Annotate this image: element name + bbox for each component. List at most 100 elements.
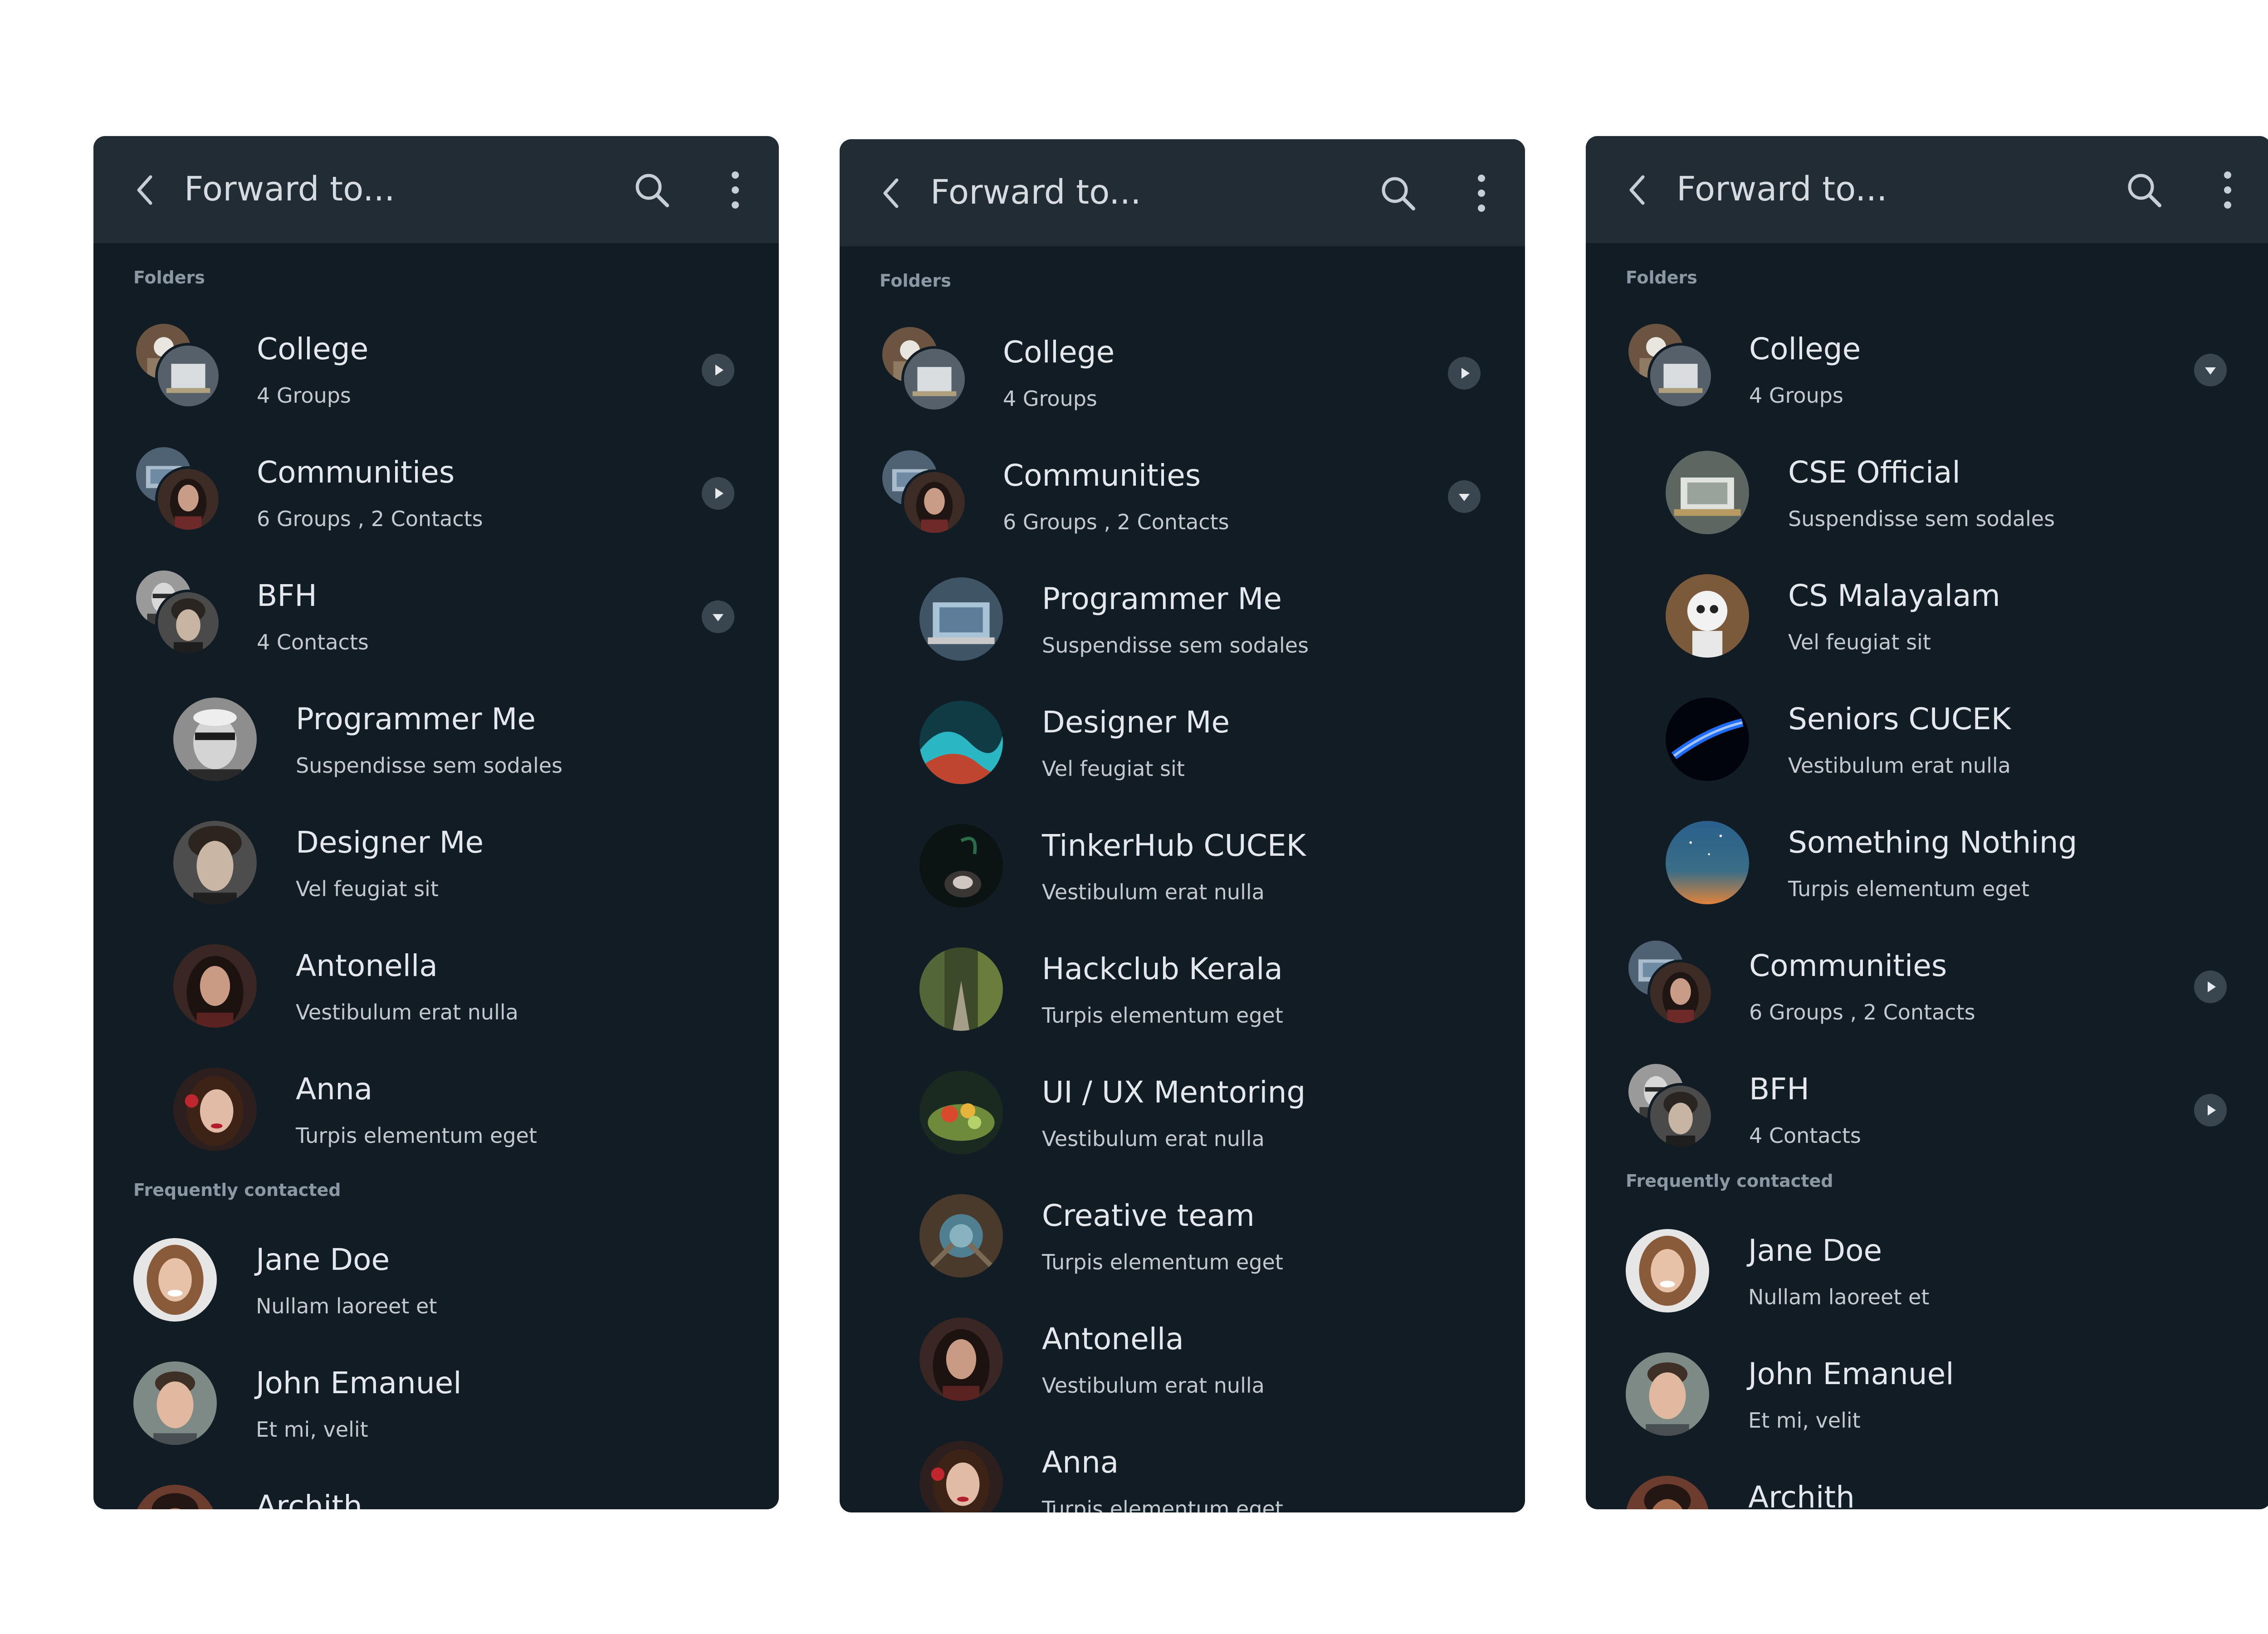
folder-name: Communities [1003,458,1201,493]
page-title: Forward to... [930,173,1141,212]
contact-name: Programmer Me [296,702,536,737]
contact-row[interactable]: Programmer Me Suspendisse sem sodales [93,678,779,801]
contact-row[interactable]: John Emanuel Et mi, velit [93,1341,779,1465]
group-subtitle: Turpis elementum eget [1042,1003,1283,1028]
folder-bfh[interactable]: BFH 4 Contacts [93,554,779,678]
group-row[interactable]: Creative team Turpis elementum eget [840,1174,1525,1297]
group-name: CS Malayalam [1788,578,2000,613]
contact-row[interactable]: John Emanuel Et mi, velit [1586,1332,2268,1456]
group-name: UI / UX Mentoring [1042,1075,1306,1110]
folder-name: College [1749,332,1861,366]
contact-row[interactable]: Archith [93,1465,779,1509]
forward-panel-3: Forward to... Folders College 4 Groups C… [1586,136,2268,1509]
contact-row[interactable]: Antonella Vestibulum erat nulla [840,1297,1525,1421]
group-row[interactable]: CS Malayalam Vel feugiat sit [1586,554,2268,678]
contact-row[interactable]: Jane Doe Nullam laoreet et [1586,1209,2268,1332]
expand-arrow-icon[interactable] [702,477,734,510]
contact-row[interactable]: Antonella Vestibulum erat nulla [93,924,779,1048]
folder-name: College [257,332,369,366]
search-icon[interactable] [633,171,670,209]
expand-arrow-icon[interactable] [2194,971,2227,1003]
group-name: Hackclub Kerala [1042,951,1283,986]
folder-college[interactable]: College 4 Groups [93,307,779,431]
avatar [1666,451,1749,534]
page-title: Forward to... [1677,170,1887,209]
more-options-icon[interactable] [2221,171,2234,210]
contact-name: Anna [296,1072,373,1107]
back-icon[interactable] [880,176,903,210]
folder-college[interactable]: College 4 Groups [1586,307,2268,431]
forward-panel-2: Forward to... Folders College 4 Groups C… [840,139,1525,1512]
folder-avatar [880,448,970,538]
folder-name: Communities [257,455,455,490]
page-title: Forward to... [184,170,395,209]
more-options-icon[interactable] [1475,174,1488,213]
avatar [919,824,1003,907]
group-row[interactable]: Designer Me Vel feugiat sit [840,681,1525,804]
collapse-arrow-icon[interactable] [702,600,734,633]
expand-arrow-icon[interactable] [702,354,734,386]
group-row[interactable]: CSE Official Suspendisse sem sodales [1586,431,2268,554]
folder-name: BFH [1749,1072,1809,1107]
group-row[interactable]: Hackclub Kerala Turpis elementum eget [840,927,1525,1051]
folder-communities[interactable]: Communities 6 Groups , 2 Contacts [840,434,1525,557]
avatar [919,1071,1003,1154]
app-bar: Forward to... [93,136,779,243]
avatar [173,944,257,1028]
search-icon[interactable] [1379,175,1417,212]
section-header-frequent: Frequently contacted [1626,1171,1833,1191]
folder-name: College [1003,335,1115,370]
folder-college[interactable]: College 4 Groups [840,311,1525,434]
avatar [1626,1352,1709,1436]
collapse-arrow-icon[interactable] [2194,354,2227,386]
contact-subtitle: Et mi, velit [256,1417,368,1442]
folder-avatar [133,568,224,658]
contact-row[interactable]: Archith [1586,1456,2268,1509]
avatar [919,701,1003,784]
contact-row[interactable]: Designer Me Vel feugiat sit [93,801,779,924]
contact-row[interactable]: Jane Doe Nullam laoreet et [93,1218,779,1341]
group-row[interactable]: Something Nothing Turpis elementum eget [1586,801,2268,924]
group-subtitle: Vestibulum erat nulla [1042,880,1265,904]
folder-avatar [1626,1061,1716,1152]
group-row[interactable]: UI / UX Mentoring Vestibulum erat nulla [840,1051,1525,1174]
folder-subtitle: 6 Groups , 2 Contacts [1749,1000,1975,1024]
contact-row[interactable]: Anna Turpis elementum eget [840,1421,1525,1512]
folder-communities[interactable]: Communities 6 Groups , 2 Contacts [1586,924,2268,1048]
avatar [1626,1476,1709,1509]
group-subtitle: Suspendisse sem sodales [1788,507,2055,531]
avatar [1666,697,1749,781]
folder-avatar [880,324,970,415]
section-header-folders: Folders [880,271,951,291]
group-row[interactable]: TinkerHub CUCEK Vestibulum erat nulla [840,804,1525,927]
expand-arrow-icon[interactable] [1448,357,1481,390]
group-row[interactable]: Seniors CUCEK Vestibulum erat nulla [1586,678,2268,801]
forward-panel-1: Forward to... Folders College 4 Groups C… [93,136,779,1509]
contact-name: Jane Doe [1748,1233,1882,1268]
more-options-icon[interactable] [728,171,742,210]
avatar [133,1485,217,1509]
contact-name: Designer Me [296,825,484,860]
folder-subtitle: 4 Groups [257,383,351,408]
back-icon[interactable] [134,173,157,207]
contact-subtitle: Nullam laoreet et [256,1294,437,1318]
collapse-arrow-icon[interactable] [1448,480,1481,513]
group-name: CSE Official [1788,455,1960,490]
group-subtitle: Turpis elementum eget [1042,1250,1283,1274]
folder-name: Communities [1749,948,1947,983]
folder-communities[interactable]: Communities 6 Groups , 2 Contacts [93,431,779,554]
group-name: Creative team [1042,1198,1255,1233]
group-row[interactable]: Programmer Me Suspendisse sem sodales [840,557,1525,681]
group-subtitle: Vestibulum erat nulla [1788,753,2011,778]
folder-avatar [1626,938,1716,1029]
folder-subtitle: 6 Groups , 2 Contacts [1003,510,1229,534]
folder-bfh[interactable]: BFH 4 Contacts [1586,1048,2268,1171]
group-subtitle: Vestibulum erat nulla [1042,1127,1265,1151]
contact-row[interactable]: Anna Turpis elementum eget [93,1048,779,1171]
avatar [133,1238,217,1322]
group-subtitle: Turpis elementum eget [1788,877,2029,901]
expand-arrow-icon[interactable] [2194,1094,2227,1127]
search-icon[interactable] [2126,171,2163,209]
group-name: Designer Me [1042,705,1230,740]
back-icon[interactable] [1627,173,1649,207]
